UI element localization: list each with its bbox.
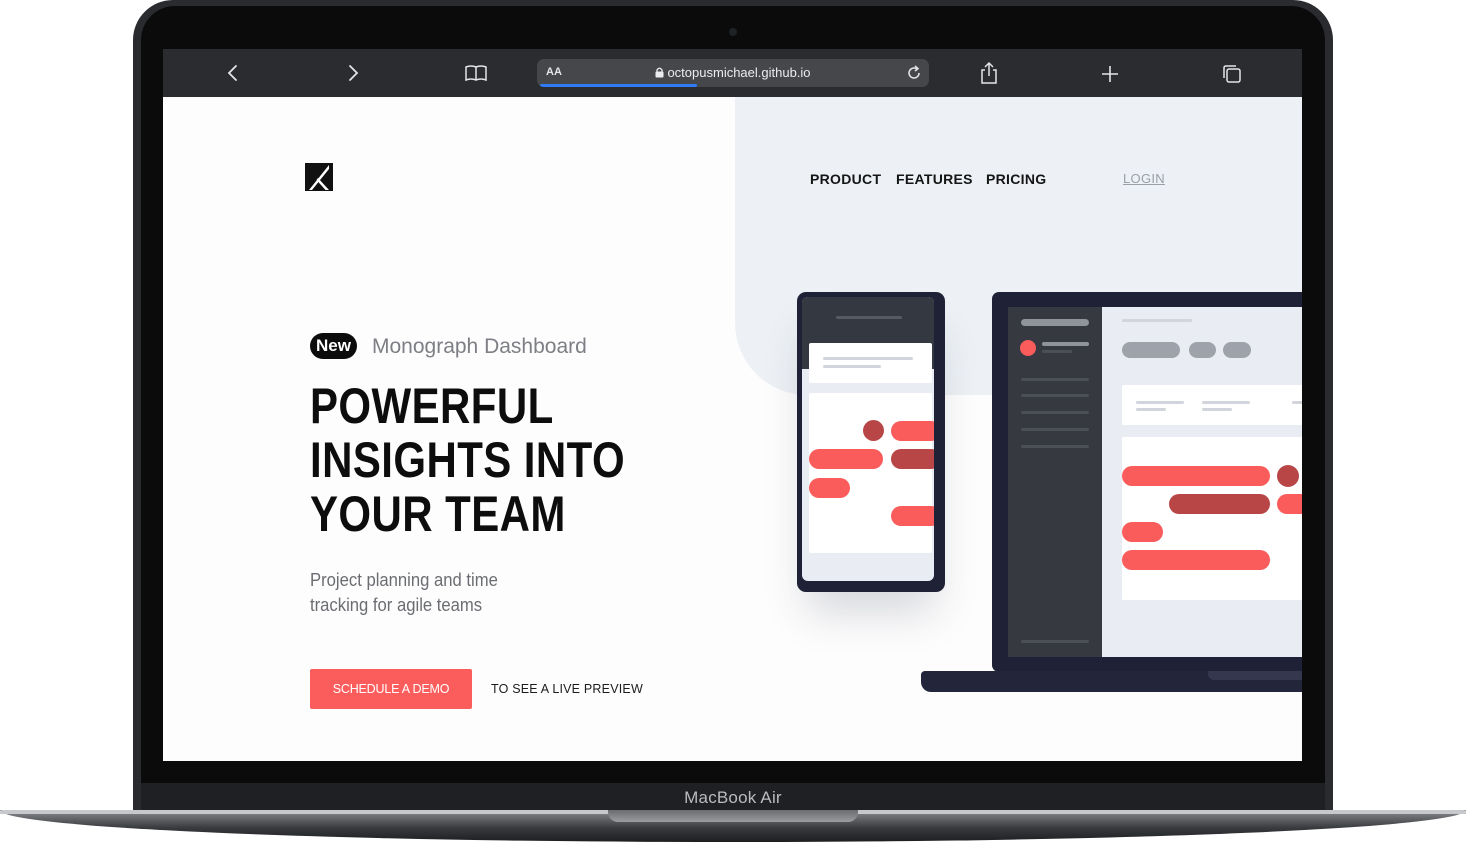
nav-login-link[interactable]: LOGIN (1123, 171, 1165, 186)
nav-features[interactable]: FEATURES (896, 171, 973, 187)
nav-pricing[interactable]: PRICING (986, 171, 1046, 187)
chart-pill (891, 449, 934, 469)
phone-screen (802, 297, 934, 581)
placeholder-bar (1202, 408, 1232, 411)
phone-illustration (797, 292, 945, 592)
subtitle-line: tracking for agile teams (310, 594, 483, 615)
chart-pill (891, 421, 934, 441)
filter-pill (1223, 342, 1251, 358)
chevron-left-icon[interactable] (225, 64, 241, 82)
filter-pill (1122, 342, 1180, 358)
chart-pill (809, 449, 883, 469)
chart-dot (1277, 465, 1299, 487)
browser-toolbar: AA octopusmichael.github.io (163, 49, 1302, 97)
lock-icon (655, 67, 664, 78)
sidebar-bar (1021, 394, 1089, 397)
reload-icon[interactable] (905, 64, 923, 82)
placeholder-bar (1136, 401, 1184, 404)
share-icon[interactable] (979, 61, 999, 85)
nav-product[interactable]: PRODUCT (810, 171, 881, 187)
chart-dot (863, 420, 884, 441)
placeholder-bar (1136, 408, 1166, 411)
new-badge: New (310, 333, 357, 359)
filter-pill (1189, 342, 1216, 358)
cta-note: TO SEE A LIVE PREVIEW (491, 682, 643, 696)
url-text: octopusmichael.github.io (537, 65, 929, 80)
book-icon[interactable] (464, 64, 488, 82)
chart-pill (891, 506, 934, 526)
sidebar-bar (1021, 445, 1089, 448)
illustration-chart-card (1122, 437, 1302, 600)
chart-pill (1277, 494, 1302, 514)
phone-chart-card (809, 393, 934, 553)
sidebar-bar (1021, 378, 1089, 381)
headline-line: INSIGHTS INTO (310, 432, 626, 488)
camera-icon (729, 28, 737, 36)
web-page: PRODUCT FEATURES PRICING LOGIN New Monog… (163, 97, 1302, 761)
placeholder-bar (1122, 319, 1192, 322)
chart-pill (1122, 466, 1270, 486)
phone-card (809, 343, 932, 383)
placeholder-bar (1202, 401, 1250, 404)
chart-pill (1122, 522, 1163, 542)
laptop-notch (608, 810, 858, 822)
headline-line: YOUR TEAM (310, 486, 566, 542)
illustration-card (1122, 385, 1302, 425)
placeholder-bar (823, 357, 913, 360)
device-model-label: MacBook Air (684, 788, 782, 807)
sidebar-bar (1021, 411, 1089, 414)
brand-logo[interactable] (305, 163, 333, 191)
illustration-sidebar (1008, 307, 1102, 657)
placeholder-bar (823, 365, 881, 368)
phone-header-bar (836, 316, 902, 319)
sidebar-bar (1021, 640, 1089, 643)
laptop-illustration-screen (1008, 307, 1302, 657)
schedule-demo-button[interactable]: SCHEDULE A DEMO (310, 669, 472, 709)
sidebar-bar (1042, 350, 1072, 353)
url-label: octopusmichael.github.io (667, 65, 811, 80)
laptop-illustration (992, 292, 1302, 672)
chart-pill (1169, 494, 1270, 514)
screen: AA octopusmichael.github.io PRODUCT FEAT… (163, 49, 1302, 761)
laptop-illustration-lip (1208, 671, 1302, 680)
sidebar-bar (1021, 428, 1089, 431)
address-bar[interactable]: AA octopusmichael.github.io (537, 59, 929, 87)
sidebar-title-bar (1021, 319, 1089, 326)
chart-pill (1122, 550, 1270, 570)
load-progress-bar (540, 84, 697, 87)
hero-headline: POWERFUL INSIGHTS INTO YOUR TEAM (310, 378, 626, 542)
chevron-right-icon[interactable] (345, 64, 361, 82)
plus-icon[interactable] (1100, 64, 1120, 84)
hero-subtitle: Project planning and time tracking for a… (310, 567, 544, 617)
chart-pill (809, 478, 850, 498)
sidebar-bar (1042, 342, 1089, 346)
badge-caption: Monograph Dashboard (372, 335, 587, 358)
headline-line: POWERFUL (310, 378, 554, 434)
subtitle-line: Project planning and time (310, 569, 498, 590)
sidebar-avatar (1020, 340, 1036, 356)
tabs-icon[interactable] (1221, 63, 1243, 85)
placeholder-bar (1292, 401, 1302, 404)
